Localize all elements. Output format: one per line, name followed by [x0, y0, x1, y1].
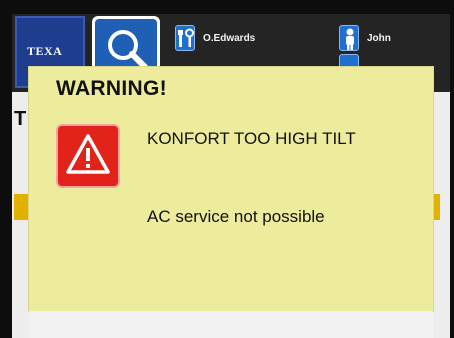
page-title: T	[14, 108, 27, 130]
search-icon	[103, 25, 151, 73]
texa-logo: TEXA	[27, 44, 63, 58]
page-highlight-left	[14, 194, 28, 220]
warning-triangle-icon	[56, 124, 120, 188]
technician-name: O.Edwards	[203, 32, 256, 44]
warning-dialog: WARNING! KONFORT TOO HIGH TILT AC servic…	[29, 67, 433, 311]
technician-user[interactable]: O.Edwards	[175, 24, 255, 52]
dialog-detail: AC service not possible	[147, 207, 325, 226]
customer-user[interactable]: John	[339, 24, 391, 52]
technician-icon	[175, 25, 195, 51]
person-icon	[339, 25, 359, 51]
dialog-title: WARNING!	[56, 77, 167, 100]
dialog-footer	[29, 311, 433, 338]
dialog-message: KONFORT TOO HIGH TILT	[147, 129, 356, 148]
customer-name: John	[367, 32, 391, 44]
page-highlight-right	[432, 194, 440, 220]
vehicle-icon[interactable]	[339, 54, 359, 68]
